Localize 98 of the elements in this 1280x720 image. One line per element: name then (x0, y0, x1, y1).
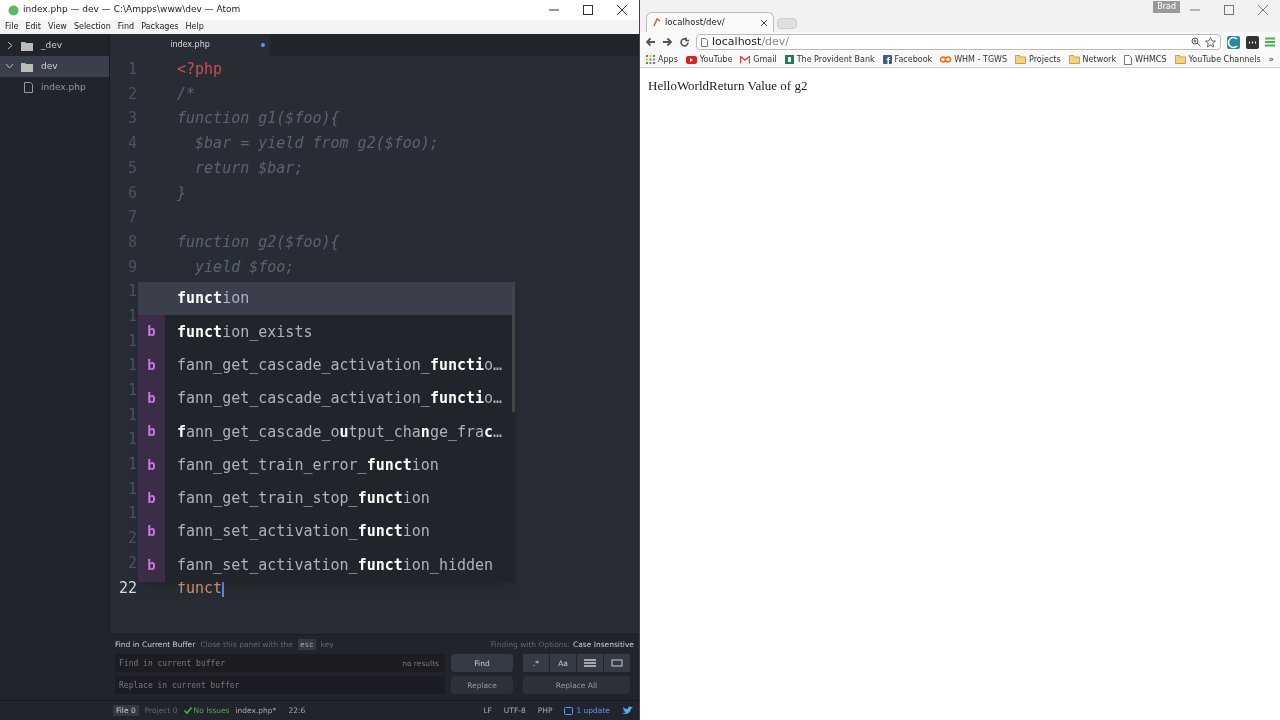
folder-icon (21, 61, 33, 72)
folder-icon (21, 40, 33, 51)
suggestion-text: function_exists (177, 321, 313, 343)
suggestion-text: fann_get_cascade_activation_functio… (177, 355, 503, 376)
bookmark[interactable]: The Provident Bank (784, 53, 875, 66)
more-bookmarks-button[interactable]: » (1268, 52, 1274, 67)
code-line: function g2($foo){ (177, 231, 340, 253)
tree-item[interactable]: index.php (0, 77, 109, 98)
menu-icon[interactable] (1265, 37, 1275, 47)
replace-field[interactable]: Replace in current buffer (115, 676, 445, 695)
play-icon (685, 55, 697, 64)
suggestion-item[interactable]: b fann_get_cascade_output_change_frac… (138, 415, 515, 449)
bookmark[interactable]: WHMCS (1124, 53, 1167, 66)
maximize-icon[interactable] (583, 5, 593, 15)
line-number: 22 (117, 577, 137, 599)
app-logo-icon (8, 4, 19, 16)
favicon (653, 18, 661, 27)
suggestion-text: fann_get_train_stop_function (177, 488, 430, 510)
suggestion-item[interactable]: b fann_get_train_stop_function (138, 481, 515, 516)
suggestion-item[interactable]: b fann_get_cascade_activation_functio… (138, 348, 515, 382)
code-line: $bar = yield from g2($foo); (194, 133, 439, 155)
window-title: index.php — dev — C:\Ampps\www\dev — Atom (23, 3, 241, 17)
type-marker: b (147, 389, 156, 409)
bookmark[interactable]: Network (1068, 53, 1116, 66)
menu-item[interactable]: Packages (141, 21, 179, 33)
page-icon (701, 37, 708, 47)
url-host: localhost (712, 34, 762, 48)
code-line: yield $foo; (193, 256, 295, 278)
suggestion-text: fann_set_activation_function_hidden (177, 554, 494, 576)
code-line: function g1($foo){ (177, 108, 340, 130)
type-marker: b (147, 322, 156, 342)
suggestion-item[interactable]: b fann_get_cascade_activation_functio… (138, 381, 515, 416)
selection-button[interactable] (577, 654, 603, 673)
tree-item[interactable]: _dev (0, 35, 109, 56)
bookmark[interactable]: Projects (1015, 53, 1061, 66)
bookmark[interactable]: WHM - TGWS (940, 53, 1008, 66)
type-marker: b (147, 422, 156, 442)
star-icon[interactable] (1205, 36, 1216, 48)
code-line: } (177, 182, 187, 204)
link-icon (940, 56, 952, 63)
apps-grid-icon (646, 55, 655, 64)
code-line: return $bar; (194, 157, 304, 179)
url-path: /dev/ (761, 34, 790, 48)
menu-item[interactable]: Selection (73, 21, 111, 33)
bookmark[interactable]: YouTube (685, 53, 733, 66)
suggestion-text: fann_get_cascade_output_change_frac… (177, 421, 503, 443)
bookmark[interactable]: Apps (646, 53, 678, 66)
suggestion-text: fann_set_activation_function (177, 521, 430, 543)
menu-item[interactable]: File (5, 21, 19, 33)
bird-icon[interactable] (622, 706, 633, 715)
code-line: <?php (177, 59, 223, 81)
suggestion-item[interactable]: b function_exists (138, 315, 515, 349)
facebook-icon (882, 55, 892, 64)
type-marker: b (147, 355, 156, 375)
type-marker: b (147, 455, 156, 475)
chevron-right-icon[interactable] (6, 42, 13, 49)
address-bar[interactable]: localhost/dev/ (696, 34, 1221, 50)
envelope-icon (740, 55, 751, 64)
chevron-down-icon[interactable] (6, 63, 13, 70)
tree-label: dev (41, 59, 58, 73)
type-marker: b (147, 522, 156, 542)
menu-item[interactable]: View (47, 21, 67, 33)
menu-item[interactable]: Help (185, 21, 204, 33)
browser-tab[interactable]: localhost/dev/ (646, 12, 774, 32)
suggestion-item[interactable]: b fann_set_activation_function (138, 515, 515, 549)
whole-word-button[interactable] (604, 654, 630, 673)
reload-icon[interactable] (679, 36, 690, 48)
menu-item[interactable]: Find (117, 21, 135, 33)
folder-icon (1068, 55, 1080, 64)
code-line: /* (177, 83, 196, 105)
bookmark[interactable]: Gmail (740, 53, 777, 66)
page-text: HelloWorldReturn Value of g2 (648, 77, 809, 95)
close-icon[interactable] (761, 19, 767, 26)
suggestion-text: fann_get_cascade_activation_functio… (177, 388, 503, 410)
suggestion-text: fann_get_train_error_function (177, 454, 439, 476)
type-marker: b (147, 488, 156, 508)
check-icon (183, 707, 192, 714)
bookmark[interactable]: YouTube Channels (1174, 53, 1261, 66)
zoom-icon[interactable] (1191, 37, 1201, 47)
selection-icon (584, 659, 596, 668)
tree-item[interactable]: dev (0, 56, 109, 77)
suggestion-item[interactable]: function (138, 282, 515, 316)
type-marker: b (147, 555, 156, 575)
bookmark[interactable]: Facebook (882, 53, 933, 66)
folder-icon (1174, 55, 1186, 64)
editor-tab[interactable]: index.php (110, 34, 270, 56)
tree-label: index.php (41, 80, 86, 94)
menu-item[interactable]: Edit (25, 21, 41, 33)
forward-icon[interactable] (662, 37, 673, 47)
suggestion-item[interactable]: b fann_get_train_error_function (138, 448, 515, 482)
extension-icon[interactable] (1246, 35, 1259, 49)
folder-icon (1015, 55, 1027, 64)
tree-label: _dev (41, 38, 63, 52)
file-icon (24, 82, 33, 93)
square-icon (784, 55, 794, 64)
suggestion-text: function (177, 288, 250, 310)
back-icon[interactable] (645, 37, 656, 47)
close-icon[interactable] (617, 5, 627, 15)
